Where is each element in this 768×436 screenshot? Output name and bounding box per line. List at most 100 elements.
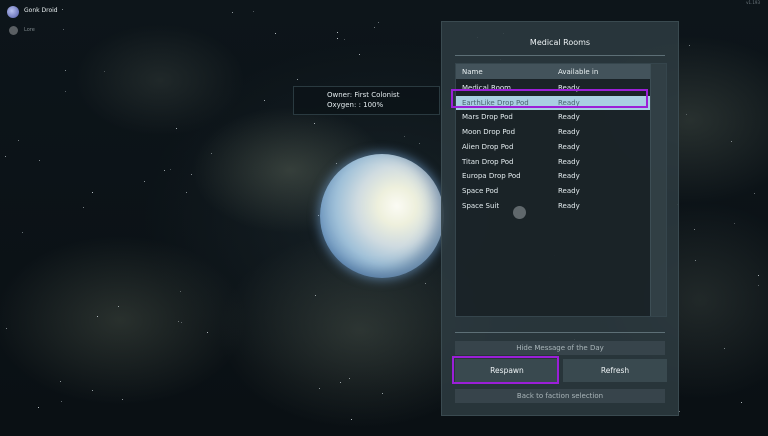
star — [340, 382, 341, 383]
star — [170, 169, 171, 170]
list-item-status: Ready — [558, 172, 580, 181]
hide-motd-button[interactable]: Hide Message of the Day — [455, 341, 665, 355]
mouse-cursor — [513, 206, 526, 219]
star — [758, 285, 759, 286]
list-scrollbar[interactable] — [650, 64, 666, 316]
player-header: Gonk Droid Lore — [7, 6, 97, 36]
list-item-status: Ready — [558, 98, 580, 107]
version-label: v1.193 — [746, 0, 760, 5]
star — [164, 170, 165, 171]
star — [5, 156, 6, 157]
star — [186, 192, 187, 193]
divider — [455, 332, 665, 333]
list-item[interactable]: Space Pod Ready — [456, 184, 650, 198]
star — [425, 283, 426, 284]
star — [297, 79, 298, 80]
star — [686, 114, 687, 115]
planet-owner: Owner: First Colonist — [327, 91, 400, 99]
star — [374, 27, 375, 28]
star — [731, 141, 732, 142]
star — [232, 12, 233, 13]
list-item-status: Ready — [558, 113, 580, 122]
star — [6, 328, 7, 329]
list-item-name: Alien Drop Pod — [462, 142, 514, 151]
list-item-name: Moon Drop Pod — [462, 128, 516, 137]
list-item-name: Europa Drop Pod — [462, 172, 521, 181]
star — [337, 38, 338, 39]
star — [65, 70, 66, 71]
list-item[interactable]: Space Suit Ready — [456, 199, 650, 213]
player-name: Gonk Droid — [24, 7, 58, 14]
star — [211, 153, 212, 154]
star — [754, 193, 755, 194]
star — [264, 100, 265, 101]
list-item[interactable]: Europa Drop Pod Ready — [456, 169, 650, 183]
star — [176, 128, 177, 129]
star — [65, 91, 66, 92]
star — [207, 332, 208, 333]
list-item-name: Space Suit — [462, 201, 500, 210]
star — [336, 163, 337, 164]
list-item-status: Ready — [558, 84, 580, 92]
planet-oxygen: Oxygen: : 100% — [327, 101, 384, 109]
star — [344, 39, 345, 40]
star — [144, 181, 145, 182]
back-to-faction-button[interactable]: Back to faction selection — [455, 389, 665, 403]
star — [178, 321, 179, 322]
medical-rooms-panel: Medical Rooms Name Available in Medical … — [441, 21, 679, 416]
star — [724, 348, 725, 349]
column-name-header[interactable]: Name — [462, 68, 483, 76]
respawn-button[interactable]: Respawn — [455, 359, 559, 382]
star — [314, 123, 315, 124]
list-header: Name Available in — [456, 64, 650, 79]
star — [349, 378, 350, 379]
player-subtitle: Lore — [24, 27, 35, 33]
star — [253, 11, 254, 12]
list-item-status: Ready — [558, 157, 580, 166]
secondary-avatar — [9, 26, 18, 35]
star — [181, 322, 182, 323]
planet-earthlike[interactable] — [320, 154, 444, 278]
panel-title: Medical Rooms — [529, 38, 591, 47]
list-item-status: Ready — [558, 142, 580, 151]
star — [22, 232, 23, 233]
list-item[interactable]: EarthLike Drop Pod Ready — [456, 95, 650, 110]
list-item-name: EarthLike Drop Pod — [462, 98, 529, 107]
star — [83, 207, 84, 208]
star — [694, 229, 695, 230]
star — [18, 140, 19, 141]
list-item-status: Ready — [558, 201, 580, 210]
star — [337, 32, 338, 33]
star — [61, 401, 62, 402]
star — [404, 136, 405, 137]
list-item[interactable]: Alien Drop Pod Ready — [456, 140, 650, 154]
star — [378, 22, 379, 23]
list-item[interactable]: Mars Drop Pod Ready — [456, 110, 650, 124]
list-item[interactable]: Moon Drop Pod Ready — [456, 125, 650, 139]
star — [382, 393, 383, 394]
respawn-list: Name Available in Medical Room Ready Earth… — [455, 63, 667, 317]
list-item[interactable]: Medical Room Ready — [456, 81, 650, 95]
star — [122, 399, 123, 400]
list-item-status: Ready — [558, 128, 580, 137]
list-item-name: Mars Drop Pod — [462, 113, 513, 122]
list-item-name: Medical Room — [462, 84, 511, 92]
planet-tooltip: Owner: First Colonist Oxygen: : 100% — [293, 86, 440, 115]
star — [419, 143, 420, 144]
star — [180, 291, 181, 292]
star — [104, 71, 105, 72]
star — [275, 33, 276, 34]
star — [39, 160, 40, 161]
refresh-button[interactable]: Refresh — [563, 359, 667, 382]
star — [191, 174, 192, 175]
list-item-name: Titan Drop Pod — [462, 157, 514, 166]
star — [118, 306, 119, 307]
list-item[interactable]: Titan Drop Pod Ready — [456, 155, 650, 169]
star — [734, 223, 735, 224]
column-available-header[interactable]: Available in — [558, 68, 598, 76]
divider — [455, 55, 665, 56]
star — [319, 388, 320, 389]
star — [92, 390, 93, 391]
star — [38, 407, 39, 408]
list-item-name: Space Pod — [462, 186, 499, 195]
